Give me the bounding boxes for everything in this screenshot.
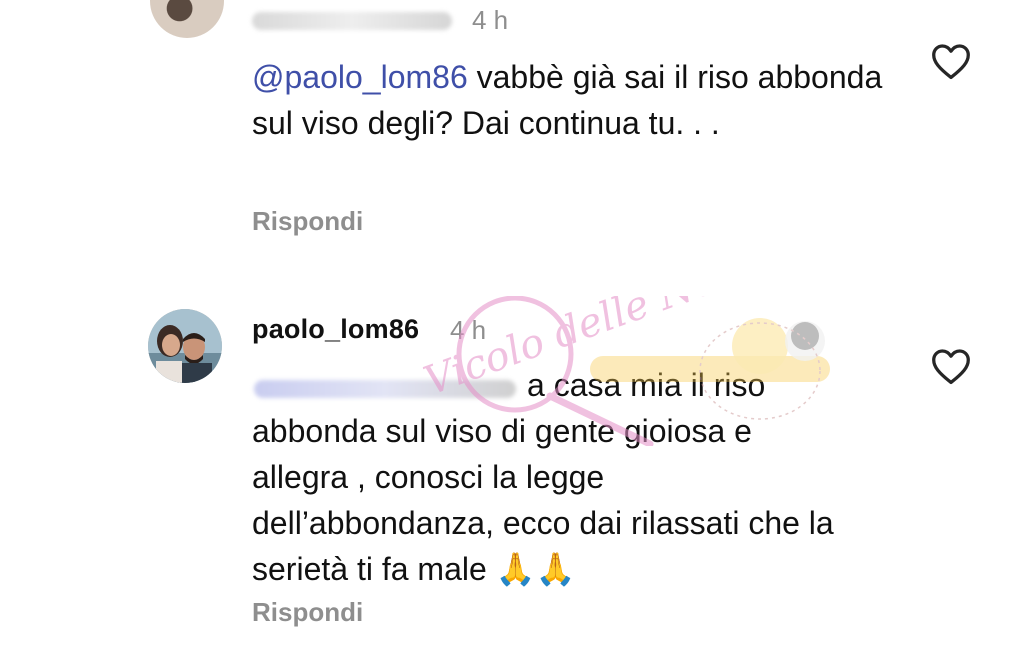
comment-2-time: 4 h [450, 315, 487, 345]
comment-1: 4 h @paolo_lom86 vabbè già sai il riso a… [0, 0, 1024, 280]
comment-2-avatar[interactable] [148, 309, 222, 383]
comment-1-time: 4 h [472, 5, 509, 35]
heart-outline-icon[interactable] [930, 42, 972, 80]
comment-2-body: abbonda sul viso di gente gioiosa e alle… [252, 413, 834, 587]
comment-2-text: a casa mia il riso abbonda sul viso di g… [252, 362, 892, 592]
comment-2-username[interactable]: paolo_lom86 [252, 314, 419, 345]
comment-2-line1: a casa mia il riso [527, 367, 766, 403]
heart-outline-icon[interactable] [930, 347, 972, 385]
comment-1-avatar[interactable] [150, 0, 224, 38]
comment-1-username-blurred [252, 12, 452, 30]
avatar-photo [148, 309, 222, 383]
comment-2: paolo_lom86 4 h a casa mia il riso abbon… [0, 300, 1024, 659]
comment-1-reply-button[interactable]: Rispondi [252, 206, 363, 237]
comment-1-text: @paolo_lom86 vabbè già sai il riso abbon… [252, 54, 892, 146]
comment-2-reply-button[interactable]: Rispondi [252, 597, 363, 628]
comment-1-mention[interactable]: @paolo_lom86 [252, 59, 468, 95]
